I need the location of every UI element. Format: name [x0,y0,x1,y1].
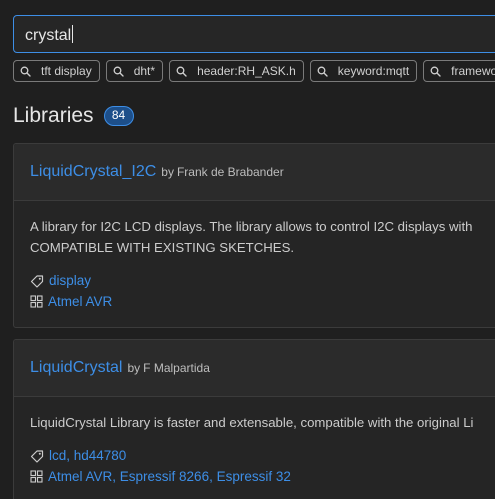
library-keywords: display [30,270,495,291]
suggestion-chip[interactable]: header:RH_ASK.h [169,60,304,82]
platform-grid-icon [30,295,43,308]
description-line: LiquidCrystal Library is faster and exte… [30,415,474,430]
library-platforms: Atmel AVR, Espressif 8266, Espressif 32 [30,466,495,487]
search-input[interactable]: crystal [13,15,495,53]
suggestion-chip-label: dht* [133,64,156,78]
library-card: LiquidCrystal by F Malpartida LiquidCryst… [13,339,495,499]
suggestion-chip[interactable]: dht* [105,60,164,82]
search-suggestions: tft display dht* header:RH_ASK.h keyword… [13,60,495,82]
author-prefix: by [161,165,174,179]
author-prefix: by [127,361,141,375]
search-icon [430,66,441,77]
suggestion-chip[interactable]: tft display [13,60,100,82]
library-card-body: LiquidCrystal Library is faster and exte… [14,397,495,487]
search-icon [113,66,124,77]
author-name: F Malpartida [143,361,210,375]
library-author: by Frank de Brabander [161,165,283,179]
library-name-link[interactable]: LiquidCrystal [30,359,122,377]
library-description: LiquidCrystal Library is faster and exte… [30,412,495,433]
suggestion-chip-label: framework [451,64,495,78]
text-caret [72,25,74,43]
suggestion-chip-label: keyword:mqtt [337,64,410,78]
platform-link[interactable]: Atmel AVR [48,294,112,309]
section-title: Libraries [13,104,94,127]
suggestion-chip[interactable]: framework [423,60,495,82]
library-description: A library for I2C LCD displays. The libr… [30,216,495,258]
description-line: COMPATIBLE WITH EXISTING SKETCHES. [30,240,295,255]
keyword-link[interactable]: lcd, hd44780 [49,448,126,463]
author-name: Frank de Brabander [176,165,284,179]
keyword-link[interactable]: display [49,273,91,288]
platform-grid-icon [30,470,43,483]
library-card-body: A library for I2C LCD displays. The libr… [14,201,495,312]
library-card-header: LiquidCrystal by F Malpartida [14,340,495,397]
suggestion-chip-label: tft display [41,64,92,78]
library-card: LiquidCrystal_I2C by Frank de Brabander A… [13,143,495,328]
library-registry-page: crystal tft display dht* header:RH_ASK.h… [0,0,495,499]
library-card-header: LiquidCrystal_I2C by Frank de Brabander [14,144,495,201]
search-icon [20,66,31,77]
suggestion-chip-label: header:RH_ASK.h [197,64,296,78]
tag-icon [30,274,44,288]
results-count-badge: 84 [103,106,134,126]
library-platforms: Atmel AVR [30,291,495,312]
library-name-link[interactable]: LiquidCrystal_I2C [30,163,156,181]
description-line: A library for I2C LCD displays. The libr… [30,219,473,234]
library-keywords: lcd, hd44780 [30,445,495,466]
search-icon [176,66,187,77]
platform-link[interactable]: Atmel AVR, Espressif 8266, Espressif 32 [48,469,291,484]
library-author: by F Malpartida [127,361,209,375]
libraries-heading: Libraries 84 [13,104,134,128]
suggestion-chip[interactable]: keyword:mqtt [309,60,418,82]
search-icon [317,66,328,77]
tag-icon [30,449,44,463]
search-input-value: crystal [25,25,74,44]
